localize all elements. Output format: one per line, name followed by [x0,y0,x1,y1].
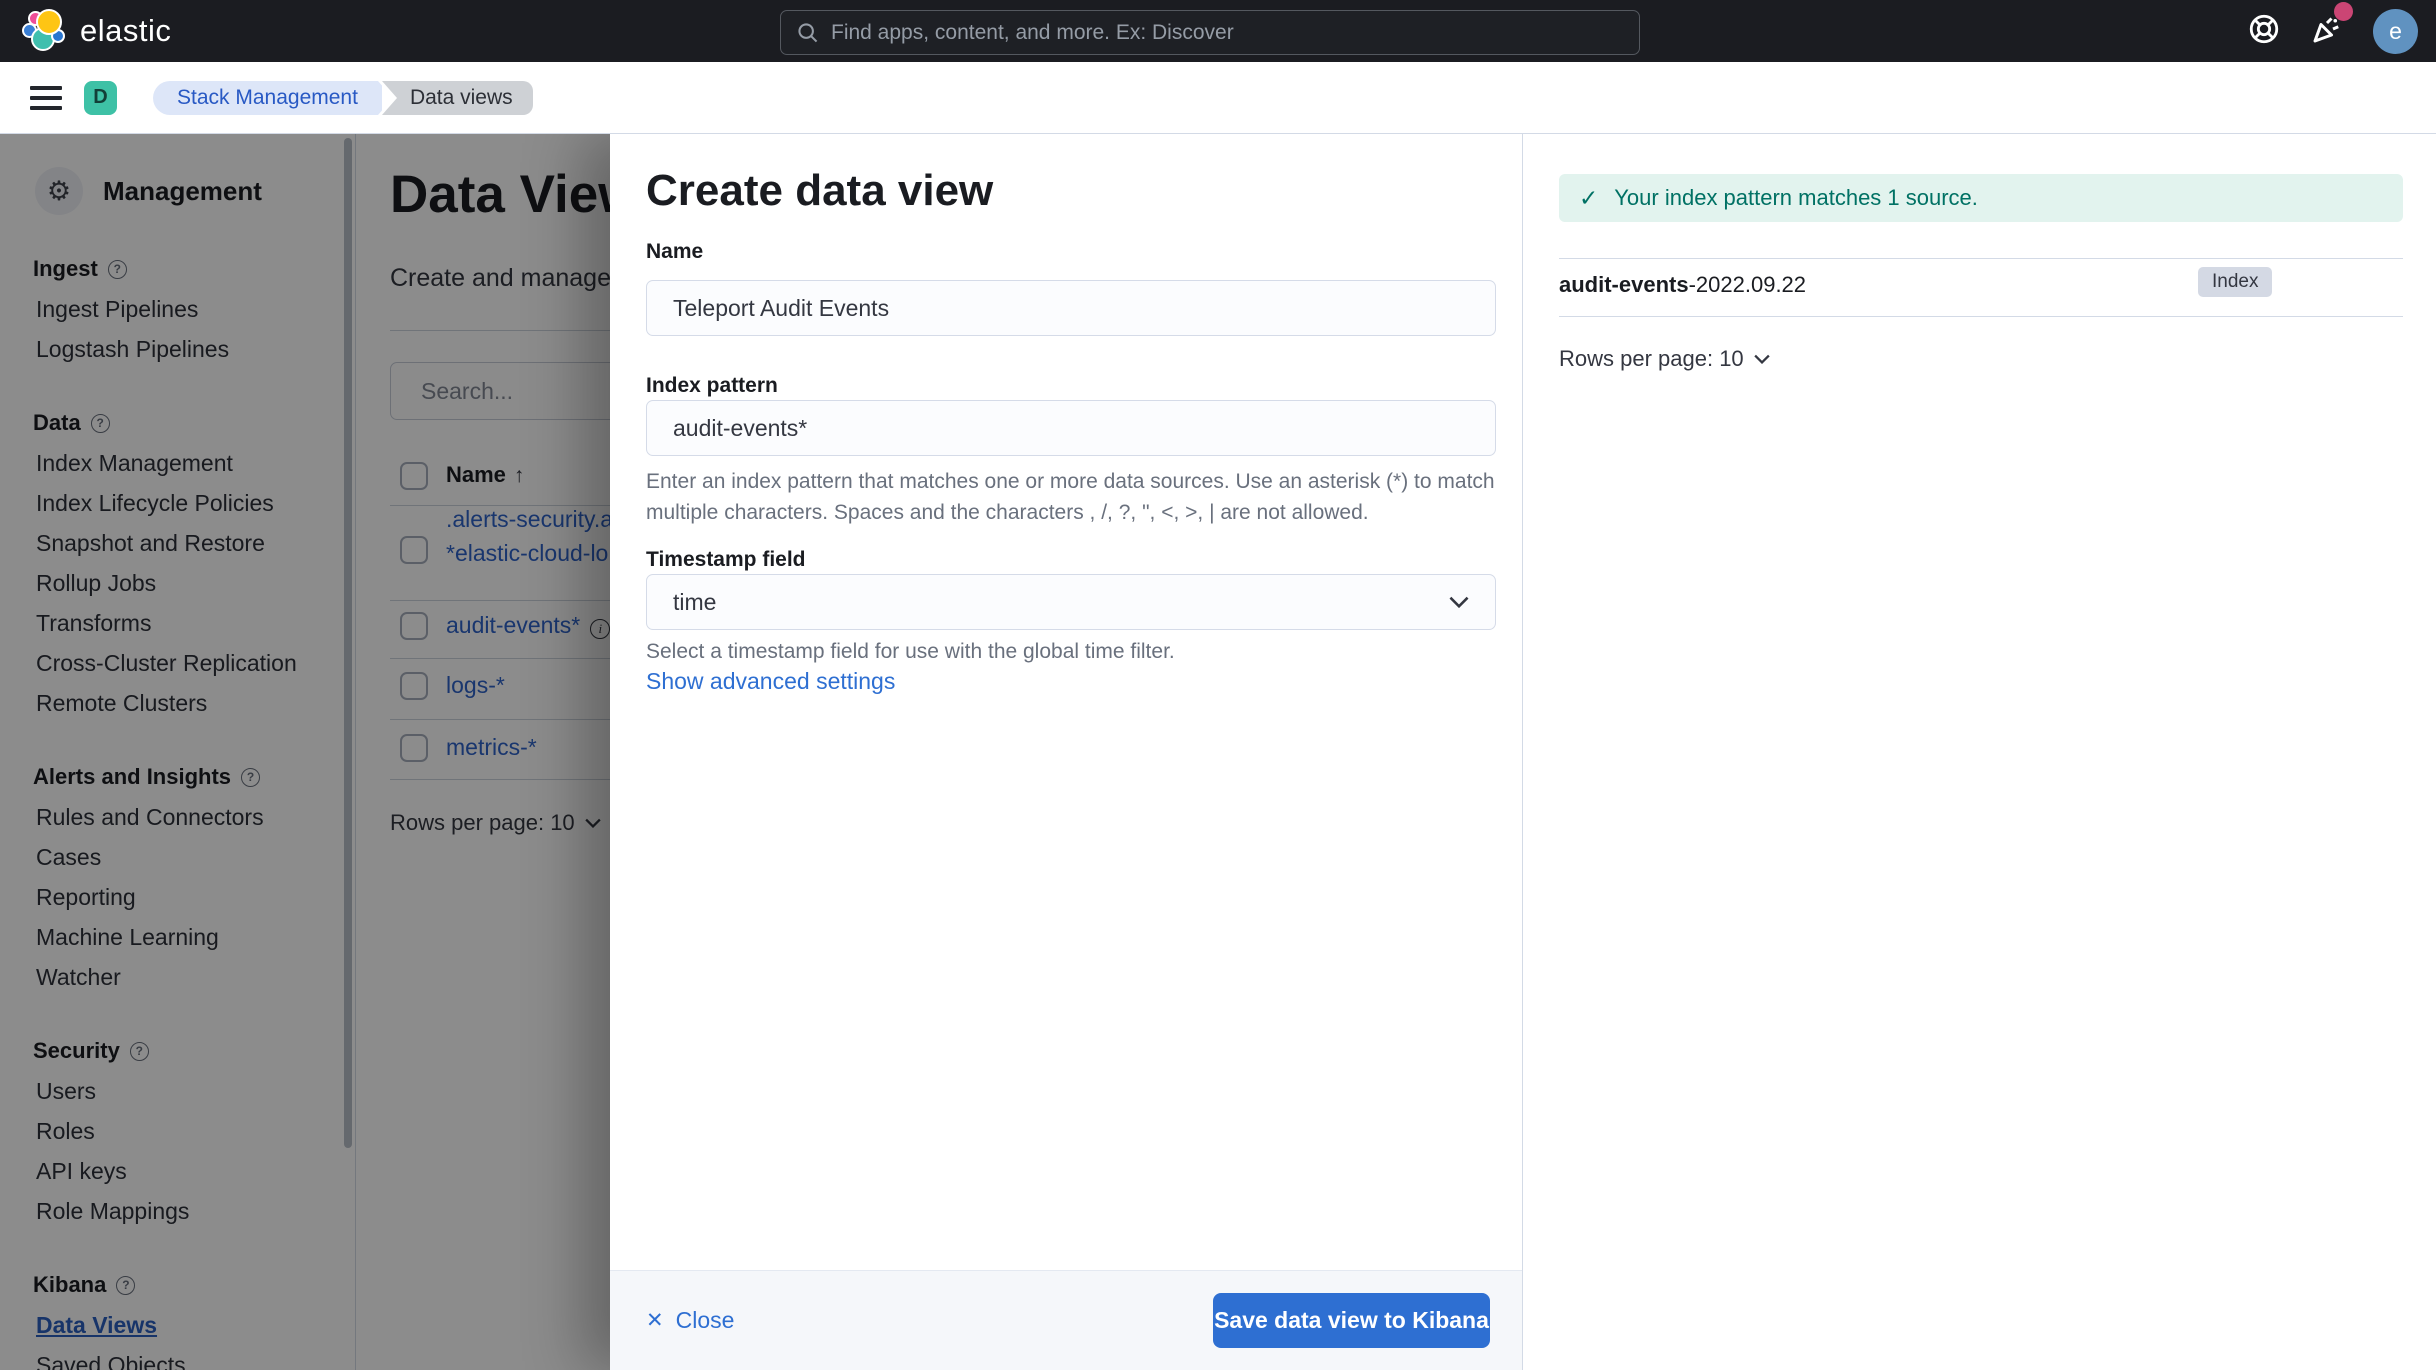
timestamp-value: time [673,588,717,615]
flyout-title: Create data view [646,166,994,215]
close-button[interactable]: ✕ Close [646,1307,734,1334]
create-data-view-flyout: Create data view Name Index pattern Ente… [610,134,2436,1370]
show-advanced-settings-link[interactable]: Show advanced settings [646,668,895,695]
index-pattern-field[interactable] [646,400,1496,456]
global-search-input[interactable] [831,20,1623,45]
source-name-bold: audit-events [1559,272,1689,297]
search-icon [798,22,818,42]
matched-source-row: audit-events-2022.09.22 Index [1559,267,2403,298]
timestamp-field-select[interactable]: time [646,574,1496,630]
notification-badge [2334,1,2353,21]
workspace: ⚙ Management Ingest ? Ingest Pipelines L… [0,134,2436,1370]
flyout-form: Create data view Name Index pattern Ente… [610,134,1522,1370]
brand-name: elastic [80,13,172,48]
newsfeed-icon[interactable] [2309,1,2353,52]
chevron-down-icon [1449,596,1469,608]
close-label: Close [675,1307,735,1333]
source-preview-panel: ✓ Your index pattern matches 1 source. a… [1523,134,2436,1370]
user-avatar[interactable]: e [2373,8,2418,54]
elastic-brand[interactable]: elastic [22,9,171,53]
name-field[interactable] [646,280,1496,336]
breadcrumb-stack-management[interactable]: Stack Management [153,80,393,115]
timestamp-field-label: Timestamp field [646,548,806,571]
index-badge: Index [2198,267,2273,297]
header-actions: e [2247,0,2418,62]
index-pattern-input[interactable] [673,414,1469,442]
divider [1559,258,2403,259]
overlay-mask[interactable] [0,134,610,1370]
help-icon[interactable] [2247,12,2281,51]
breadcrumb-bar: D Stack Management Data views [0,62,2436,134]
global-search[interactable] [780,10,1640,55]
timestamp-help: Select a timestamp field for use with th… [646,640,1175,663]
rows-per-page-label: Rows per page: 10 [1559,346,1744,371]
chevron-down-icon [1754,354,1770,364]
index-pattern-label: Index pattern [646,374,778,397]
source-name-rest: -2022.09.22 [1688,272,1807,297]
name-input[interactable] [673,294,1469,322]
save-data-view-button[interactable]: Save data view to Kibana [1213,1293,1490,1348]
preview-rows-per-page-select[interactable]: Rows per page: 10 [1559,346,1770,372]
callout-text: Your index pattern matches 1 source. [1614,185,1978,210]
source-name: audit-events-2022.09.22 [1559,272,1806,298]
success-callout: ✓ Your index pattern matches 1 source. [1559,174,2403,222]
flyout-footer: ✕ Close Save data view to Kibana [610,1270,1522,1370]
elastic-logo-icon [22,9,66,53]
check-icon: ✓ [1579,184,1599,211]
menu-icon[interactable] [30,85,62,110]
breadcrumb-data-views: Data views [381,80,533,115]
kibana-app: elastic Find apps, content, and more. Ex… [0,0,2436,1370]
divider [1559,316,2403,317]
index-pattern-help: Enter an index pattern that matches one … [646,470,1495,524]
breadcrumb: Stack Management Data views [153,80,533,115]
close-icon: ✕ [646,1309,664,1332]
deployment-badge[interactable]: D [84,80,117,115]
top-header: elastic Find apps, content, and more. Ex… [0,0,2436,62]
name-label: Name [646,240,704,263]
